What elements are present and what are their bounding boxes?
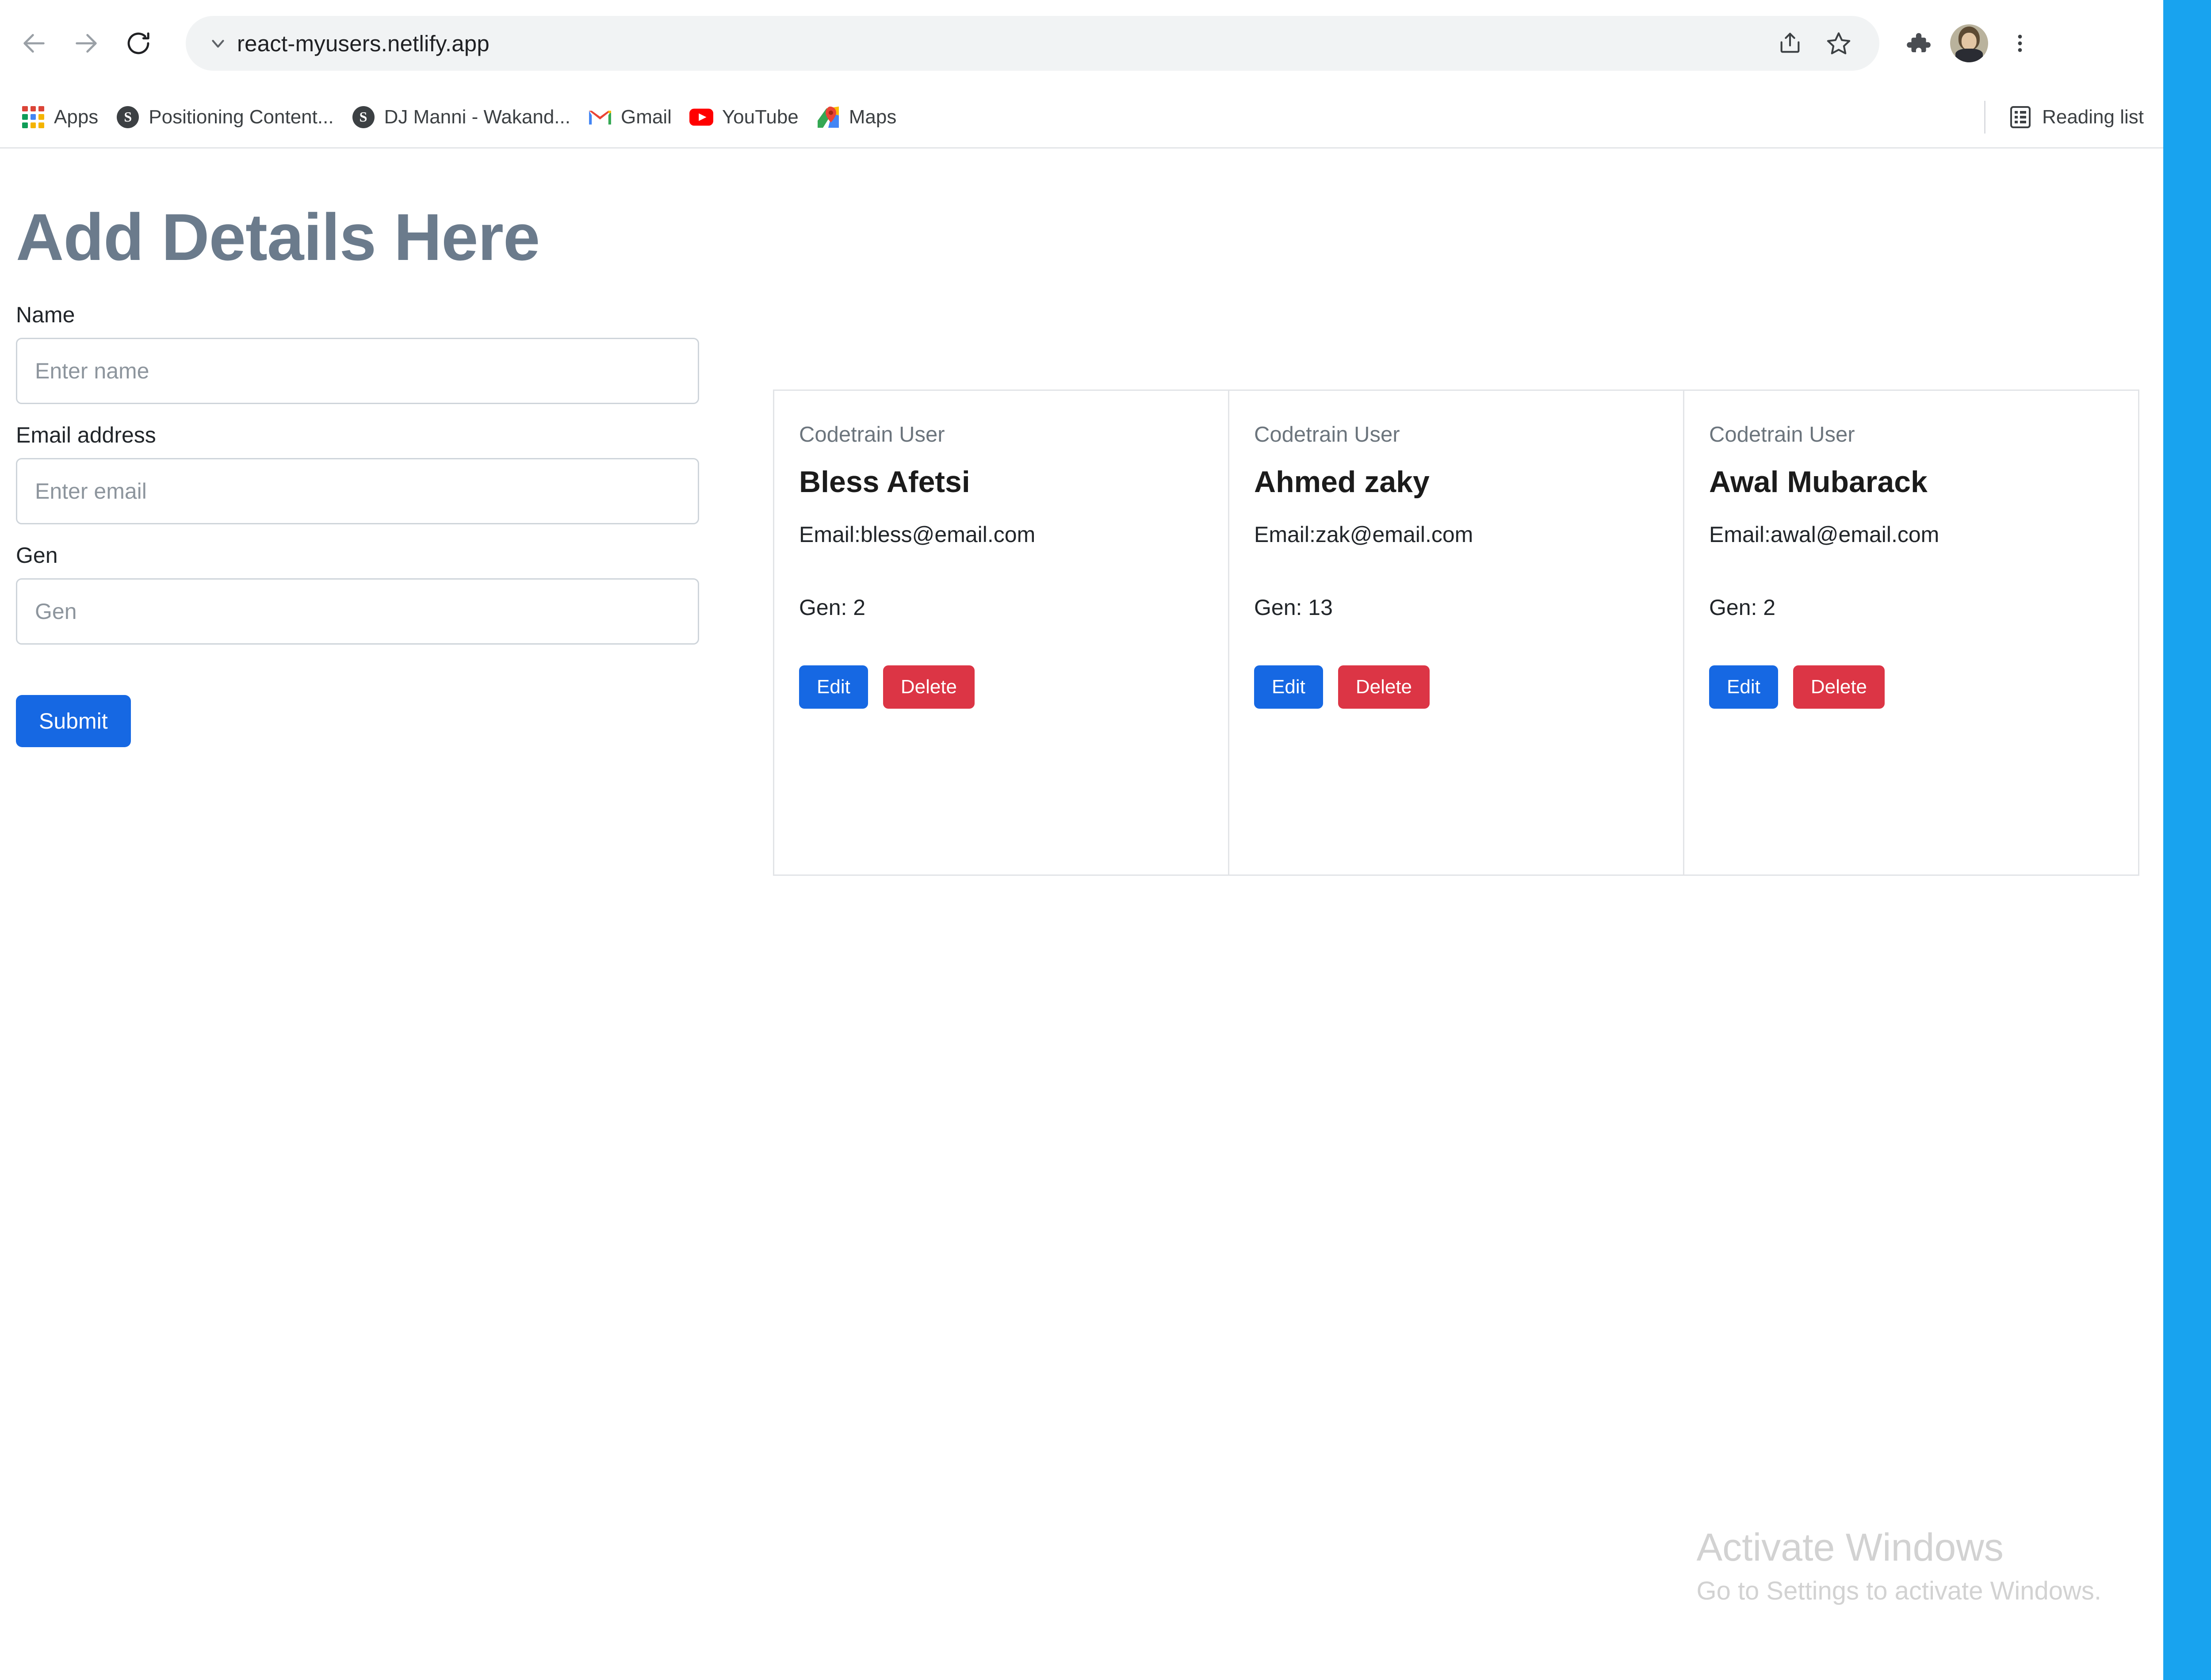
delete-button[interactable]: Delete (1338, 665, 1430, 709)
bookmark-gmail[interactable]: Gmail (582, 101, 683, 134)
bookmark-label: Gmail (620, 106, 672, 128)
edit-button[interactable]: Edit (1709, 665, 1778, 709)
bookmarks-bar-right: Reading list (1984, 100, 2152, 134)
card-user-email: Email:awal@email.com (1709, 522, 1939, 547)
form-group-email: Email address (16, 422, 706, 524)
avatar-body (1955, 49, 1983, 62)
bookmark-youtube[interactable]: YouTube (683, 101, 810, 134)
address-bar[interactable]: react-myusers.netlify.app (186, 16, 1879, 71)
maps-icon (816, 105, 840, 129)
windows-activation-watermark: Activate Windows Go to Settings to activ… (1696, 1525, 2101, 1607)
reading-list-button[interactable]: Reading list (2001, 101, 2152, 134)
arrow-left-icon (23, 34, 45, 53)
edit-button[interactable]: Edit (799, 665, 868, 709)
name-input[interactable] (16, 337, 699, 404)
apps-grid-icon (21, 105, 45, 129)
card-user-name: Ahmed zaky (1254, 465, 1430, 499)
chevron-down-icon (212, 40, 224, 48)
site-info-chevron-down-icon[interactable] (205, 31, 231, 56)
bookmark-label: YouTube (722, 106, 799, 128)
watermark-title: Activate Windows (1696, 1525, 2004, 1569)
chrome-menu-button[interactable] (2001, 25, 2039, 62)
card-user-name: Bless Afetsi (799, 465, 970, 499)
delete-button[interactable]: Delete (1793, 665, 1885, 709)
bookmark-label: DJ Manni - Wakand... (384, 106, 570, 128)
card-user-email: Email:zak@email.com (1254, 522, 1473, 547)
profile-avatar[interactable] (1950, 24, 1988, 62)
card-actions: Edit Delete (1254, 665, 1658, 709)
reading-list-icon (2008, 105, 2032, 129)
email-input[interactable] (16, 458, 699, 524)
globe-favicon-icon: S (352, 105, 375, 129)
user-card: Codetrain User Awal Mubarack Email:awal@… (1683, 389, 2139, 876)
bookmark-label: Positioning Content... (149, 106, 334, 128)
avatar-face (1961, 32, 1977, 50)
bookmark-positioning-content[interactable]: S Positioning Content... (110, 101, 345, 134)
puzzle-piece-icon (1907, 33, 1931, 53)
share-button[interactable] (1771, 25, 1809, 62)
toolbar-divider (1984, 100, 1986, 134)
name-label: Name (16, 302, 75, 327)
star-icon (1827, 32, 1851, 54)
card-actions: Edit Delete (799, 665, 1203, 709)
bookmark-label: Maps (849, 106, 897, 128)
card-actions: Edit Delete (1709, 665, 2113, 709)
reading-list-label: Reading list (2042, 106, 2144, 128)
share-icon (1780, 33, 1800, 53)
watermark-subtitle: Go to Settings to activate Windows. (1696, 1577, 2101, 1606)
bookmark-label: Apps (54, 106, 99, 128)
globe-favicon-icon: S (116, 105, 140, 129)
browser-toolbar: react-myusers.netlify.app (0, 0, 2163, 87)
card-user-gen: Gen: 2 (799, 595, 866, 620)
email-label: Email address (16, 422, 156, 447)
bookmark-maps[interactable]: Maps (810, 101, 908, 134)
reload-button[interactable] (112, 17, 164, 69)
reload-icon (127, 32, 149, 54)
user-card-deck: Codetrain User Bless Afetsi Email:bless@… (773, 389, 2139, 876)
page-title: Add Details Here (16, 200, 540, 274)
gen-label: Gen (16, 542, 58, 568)
desktop-background-strip (2163, 0, 2211, 1680)
card-subtitle: Codetrain User (799, 423, 945, 447)
arrow-right-icon (76, 34, 97, 53)
card-user-gen: Gen: 13 (1254, 595, 1333, 620)
card-subtitle: Codetrain User (1254, 423, 1400, 447)
bookmark-dj-manni[interactable]: S DJ Manni - Wakand... (345, 101, 582, 134)
card-subtitle: Codetrain User (1709, 423, 1855, 447)
back-button[interactable] (8, 17, 60, 69)
bookmark-apps[interactable]: Apps (15, 101, 110, 134)
card-user-name: Awal Mubarack (1709, 465, 1928, 499)
add-details-form: Add Details Here Name Email address Gen … (16, 202, 706, 747)
bookmark-star-button[interactable] (1820, 25, 1857, 62)
card-user-gen: Gen: 2 (1709, 595, 1776, 620)
delete-button[interactable]: Delete (883, 665, 975, 709)
card-user-email: Email:bless@email.com (799, 522, 1036, 547)
browser-window: react-myusers.netlify.app Apps S Positio… (0, 0, 2163, 1680)
youtube-icon (689, 105, 713, 129)
three-dots-vertical-icon (2018, 34, 2022, 52)
page-content: Add Details Here Name Email address Gen … (0, 149, 2163, 1680)
forward-button[interactable] (60, 17, 112, 69)
user-card: Codetrain User Bless Afetsi Email:bless@… (773, 389, 1229, 876)
submit-button[interactable]: Submit (16, 695, 131, 747)
extensions-button[interactable] (1900, 25, 1937, 62)
bookmarks-bar: Apps S Positioning Content... S DJ Manni… (0, 87, 2163, 149)
form-group-name: Name (16, 302, 706, 404)
form-group-gen: Gen (16, 542, 706, 645)
gmail-icon (588, 105, 612, 129)
gen-input[interactable] (16, 578, 699, 645)
address-bar-url: react-myusers.netlify.app (237, 31, 490, 56)
user-card: Codetrain User Ahmed zaky Email:zak@emai… (1228, 389, 1684, 876)
edit-button[interactable]: Edit (1254, 665, 1323, 709)
toolbar-tail (1879, 24, 2052, 62)
